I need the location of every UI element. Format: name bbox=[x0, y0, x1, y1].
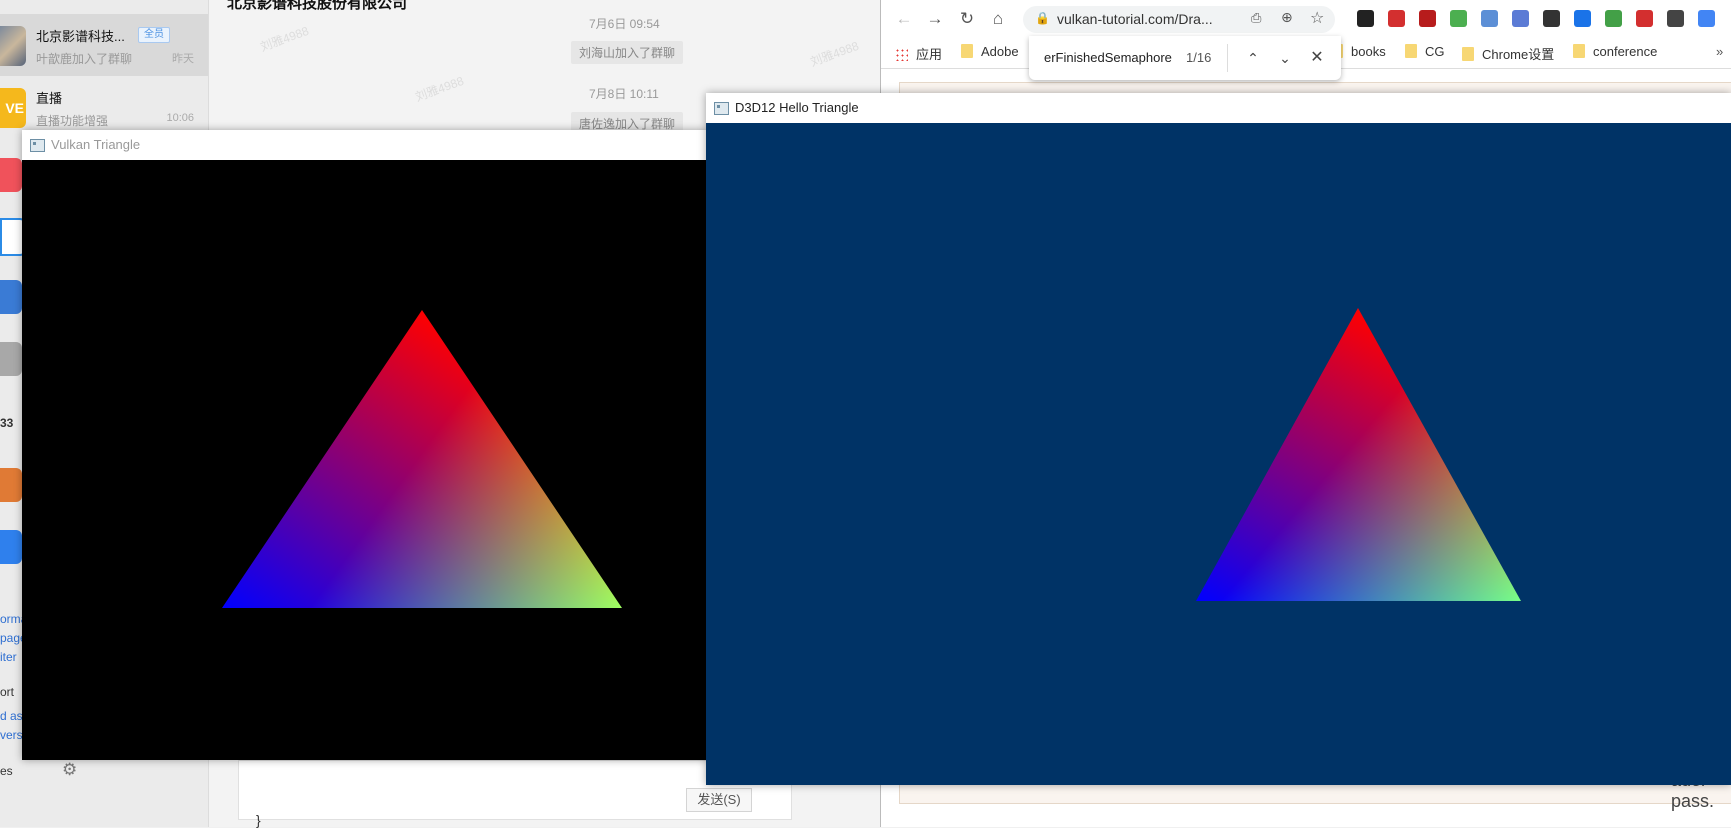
bookmark-folder[interactable]: Chrome设置 bbox=[1462, 44, 1554, 63]
find-input[interactable]: erFinishedSemaphore bbox=[1044, 50, 1172, 65]
bookmark-label: Chrome设置 bbox=[1482, 47, 1555, 62]
pdf-icon[interactable] bbox=[1419, 10, 1436, 27]
browser-toolbar: ← → ↻ ⌂ 🔒 vulkan-tutorial.com/Dra... ⎙ ⊕… bbox=[881, 0, 1731, 38]
send-button[interactable]: 发送(S) bbox=[686, 788, 752, 812]
side-text: es bbox=[0, 764, 13, 778]
render-viewport bbox=[1196, 308, 1521, 601]
side-text: vers bbox=[0, 728, 23, 742]
reload-icon[interactable]: ↻ bbox=[956, 8, 978, 30]
conversation-name: 直播 bbox=[36, 91, 63, 106]
code-brace: } bbox=[256, 812, 261, 828]
status-badge: 全员 bbox=[138, 27, 170, 43]
ext-dark-icon[interactable] bbox=[1357, 10, 1374, 27]
find-page-icon[interactable]: ⎙ bbox=[1251, 10, 1261, 26]
side-text: ort bbox=[0, 685, 15, 699]
find-count: 1/16 bbox=[1186, 50, 1212, 65]
lock-icon: 🔒 bbox=[1035, 11, 1050, 25]
find-bar: erFinishedSemaphore 1/16 ⌃ ⌄ ✕ bbox=[1029, 36, 1341, 80]
conversation-name: 北京影谱科技... bbox=[36, 29, 125, 44]
gift-icon[interactable] bbox=[1636, 10, 1653, 27]
render-viewport bbox=[222, 310, 622, 608]
bookmark-label: CG bbox=[1425, 44, 1445, 59]
conversation-item[interactable]: VE 直播 直播功能增强 10:06 bbox=[0, 76, 208, 138]
window-titlebar[interactable]: D3D12 Hello Triangle bbox=[706, 93, 1731, 123]
google-translate-icon[interactable] bbox=[1698, 10, 1715, 27]
message-time: 7月8日 10:11 bbox=[589, 87, 659, 101]
conversation-item[interactable]: 北京影谱科技... 全员 叶歆鹿加入了群聊 昨天 bbox=[0, 14, 208, 76]
incognito-icon[interactable] bbox=[1543, 10, 1560, 27]
vulkan-window[interactable]: Vulkan Triangle bbox=[22, 130, 708, 760]
folder-icon bbox=[1573, 44, 1585, 58]
bookmark-label: books bbox=[1351, 44, 1386, 59]
folder-icon bbox=[961, 44, 973, 58]
plus-icon[interactable] bbox=[1574, 10, 1591, 27]
conversation-time: 10:06 bbox=[166, 112, 194, 124]
back-icon[interactable]: ← bbox=[893, 8, 915, 30]
side-text: 33 bbox=[0, 416, 14, 430]
apps-bookmark[interactable]: 应用 bbox=[895, 44, 942, 63]
jh-icon[interactable] bbox=[1512, 10, 1529, 27]
app-icon[interactable] bbox=[0, 530, 22, 564]
opera-icon[interactable] bbox=[1388, 10, 1405, 27]
bookmark-folder[interactable]: CG bbox=[1405, 44, 1445, 59]
address-bar[interactable]: 🔒 vulkan-tutorial.com/Dra... ⎙ ⊕ ☆ bbox=[1023, 6, 1335, 33]
conversation-last-message: 直播功能增强 bbox=[36, 114, 109, 128]
window-title: Vulkan Triangle bbox=[51, 137, 141, 152]
arrow-icon[interactable] bbox=[1605, 10, 1622, 27]
window-title: D3D12 Hello Triangle bbox=[735, 100, 859, 115]
window-titlebar[interactable]: Vulkan Triangle bbox=[22, 130, 708, 160]
divider bbox=[1227, 44, 1228, 72]
bookmark-label: conference bbox=[1593, 44, 1658, 59]
calendar-icon[interactable] bbox=[0, 158, 22, 192]
bookmark-folder[interactable]: Adobe bbox=[961, 44, 1019, 59]
apps-grid-icon bbox=[895, 48, 908, 61]
folder-icon bbox=[1462, 47, 1474, 61]
window-icon bbox=[30, 139, 45, 152]
watermark: 刘雅4988 bbox=[808, 38, 861, 70]
bookmark-label: Adobe bbox=[981, 44, 1019, 59]
watermark: 刘雅4988 bbox=[258, 23, 311, 55]
live-avatar: VE bbox=[0, 88, 26, 128]
color-picker-icon[interactable] bbox=[1450, 10, 1467, 27]
gear-icon[interactable]: ⚙ bbox=[62, 760, 77, 780]
chevron-down-icon[interactable]: ⌄ bbox=[1275, 48, 1295, 68]
folder-icon bbox=[1405, 44, 1417, 58]
zoom-icon[interactable]: ⊕ bbox=[1281, 9, 1293, 26]
more-bookmarks-icon[interactable]: » bbox=[1716, 44, 1723, 59]
group-avatar[interactable] bbox=[0, 342, 22, 376]
watermark: 刘雅4988 bbox=[413, 73, 466, 105]
window-icon bbox=[714, 102, 729, 115]
side-text: iter bbox=[0, 650, 17, 664]
d3d12-window[interactable]: D3D12 Hello Triangle bbox=[706, 93, 1731, 785]
message-time: 7月6日 09:54 bbox=[589, 17, 660, 31]
feather-icon[interactable] bbox=[1481, 10, 1498, 27]
home-icon[interactable]: ⌂ bbox=[987, 8, 1009, 30]
conversation-time: 昨天 bbox=[172, 53, 194, 65]
bookmark-label: 应用 bbox=[916, 47, 943, 62]
link-app-icon[interactable] bbox=[0, 280, 22, 314]
url-text: vulkan-tutorial.com/Dra... bbox=[1057, 11, 1213, 27]
conversation-last-message: 叶歆鹿加入了群聊 bbox=[36, 52, 133, 66]
triangle-green-layer bbox=[1196, 308, 1521, 601]
star-icon[interactable]: ☆ bbox=[1310, 8, 1324, 28]
chevron-up-icon[interactable]: ⌃ bbox=[1243, 48, 1263, 68]
chat-title: 北京影谱科技股份有限公司 bbox=[227, 0, 408, 12]
bookmark-folder[interactable]: conference bbox=[1573, 44, 1657, 59]
close-icon[interactable]: ✕ bbox=[1307, 48, 1327, 68]
triangle-green-layer bbox=[222, 310, 622, 608]
group-avatar bbox=[0, 26, 26, 66]
system-message: 刘海山加入了群聊 bbox=[571, 41, 684, 64]
side-text: d as bbox=[0, 709, 23, 723]
translate-icon[interactable] bbox=[1667, 10, 1684, 27]
forward-icon[interactable]: → bbox=[924, 8, 946, 30]
avatar[interactable] bbox=[0, 468, 22, 502]
